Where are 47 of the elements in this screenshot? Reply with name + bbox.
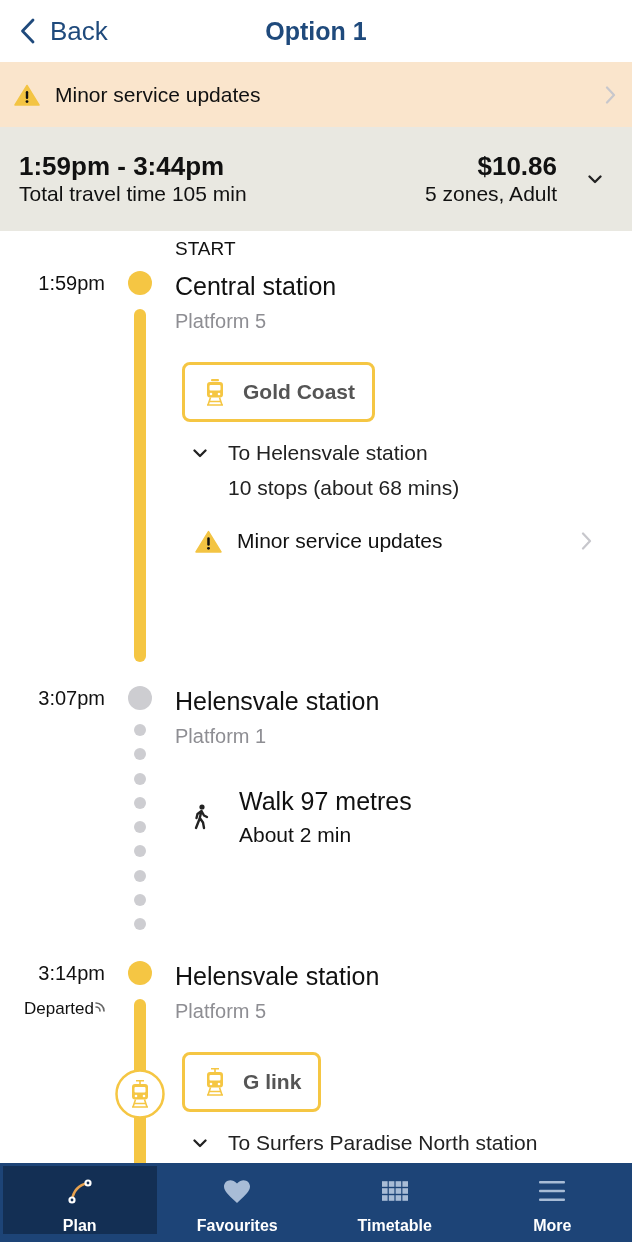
service-name: G link bbox=[243, 1069, 302, 1096]
service-name: Gold Coast bbox=[243, 379, 355, 406]
tab-button[interactable]: Plan bbox=[3, 1166, 157, 1234]
walk-duration: About 2 min bbox=[239, 823, 353, 847]
chevron-down-icon bbox=[193, 448, 207, 458]
direction-toggle[interactable]: To Helensvale station bbox=[175, 441, 428, 465]
chevron-right-icon bbox=[605, 85, 616, 104]
stop-name: Central station bbox=[175, 270, 337, 300]
trip-summary-panel[interactable]: 1:59pm - 3:44pm Total travel time 105 min $10.86 5 zones, Adult bbox=[0, 127, 632, 231]
fare-amount: $10.86 bbox=[477, 152, 557, 180]
warning-icon bbox=[14, 83, 40, 106]
travel-time: Total travel time 105 min bbox=[19, 182, 247, 206]
walking-person-icon bbox=[193, 804, 209, 830]
chevron-down-icon bbox=[193, 1138, 207, 1148]
stop-name: Helensvale station bbox=[175, 960, 380, 990]
stop-time: 1:59pm bbox=[37, 271, 105, 295]
back-button[interactable]: Back bbox=[20, 16, 108, 46]
tram-icon bbox=[205, 1068, 225, 1096]
route-icon bbox=[67, 1178, 92, 1204]
trip-times: 1:59pm - 3:44pm bbox=[19, 152, 225, 180]
realtime-signal-icon bbox=[95, 1002, 105, 1012]
direction-toggle[interactable]: To Surfers Paradise North station bbox=[175, 1131, 538, 1155]
platform-label: Platform 1 bbox=[175, 724, 267, 748]
stop-name: Helensvale station bbox=[175, 685, 380, 715]
stop-count: 10 stops (about 68 mins) bbox=[228, 476, 460, 500]
walk-distance: Walk 97 metres bbox=[239, 787, 412, 815]
fare-detail: 5 zones, Adult bbox=[425, 182, 557, 206]
departure-status: Departed bbox=[24, 999, 94, 1019]
platform-label: Platform 5 bbox=[175, 999, 267, 1023]
start-label: START bbox=[175, 238, 236, 260]
grid-icon bbox=[381, 1181, 408, 1201]
page-title: Option 1 bbox=[265, 16, 367, 46]
back-chevron-icon bbox=[20, 18, 35, 44]
train-icon bbox=[205, 378, 225, 406]
stop-time: 3:14pm bbox=[37, 961, 105, 985]
tab-button[interactable]: Favourites bbox=[160, 1166, 314, 1234]
stop-time: 3:07pm bbox=[37, 686, 105, 710]
platform-label: Platform 5 bbox=[175, 309, 267, 333]
chevron-down-icon bbox=[588, 174, 602, 184]
service-alert-row[interactable]: Minor service updates bbox=[175, 529, 592, 553]
service-alert-banner[interactable]: Minor service updates bbox=[0, 62, 632, 127]
warning-icon bbox=[195, 529, 222, 553]
chevron-right-icon bbox=[581, 532, 592, 550]
menu-icon bbox=[539, 1181, 566, 1201]
tab-button[interactable]: Timetable bbox=[318, 1166, 472, 1234]
tab-button[interactable]: More bbox=[475, 1166, 629, 1234]
heart-icon bbox=[224, 1179, 251, 1203]
